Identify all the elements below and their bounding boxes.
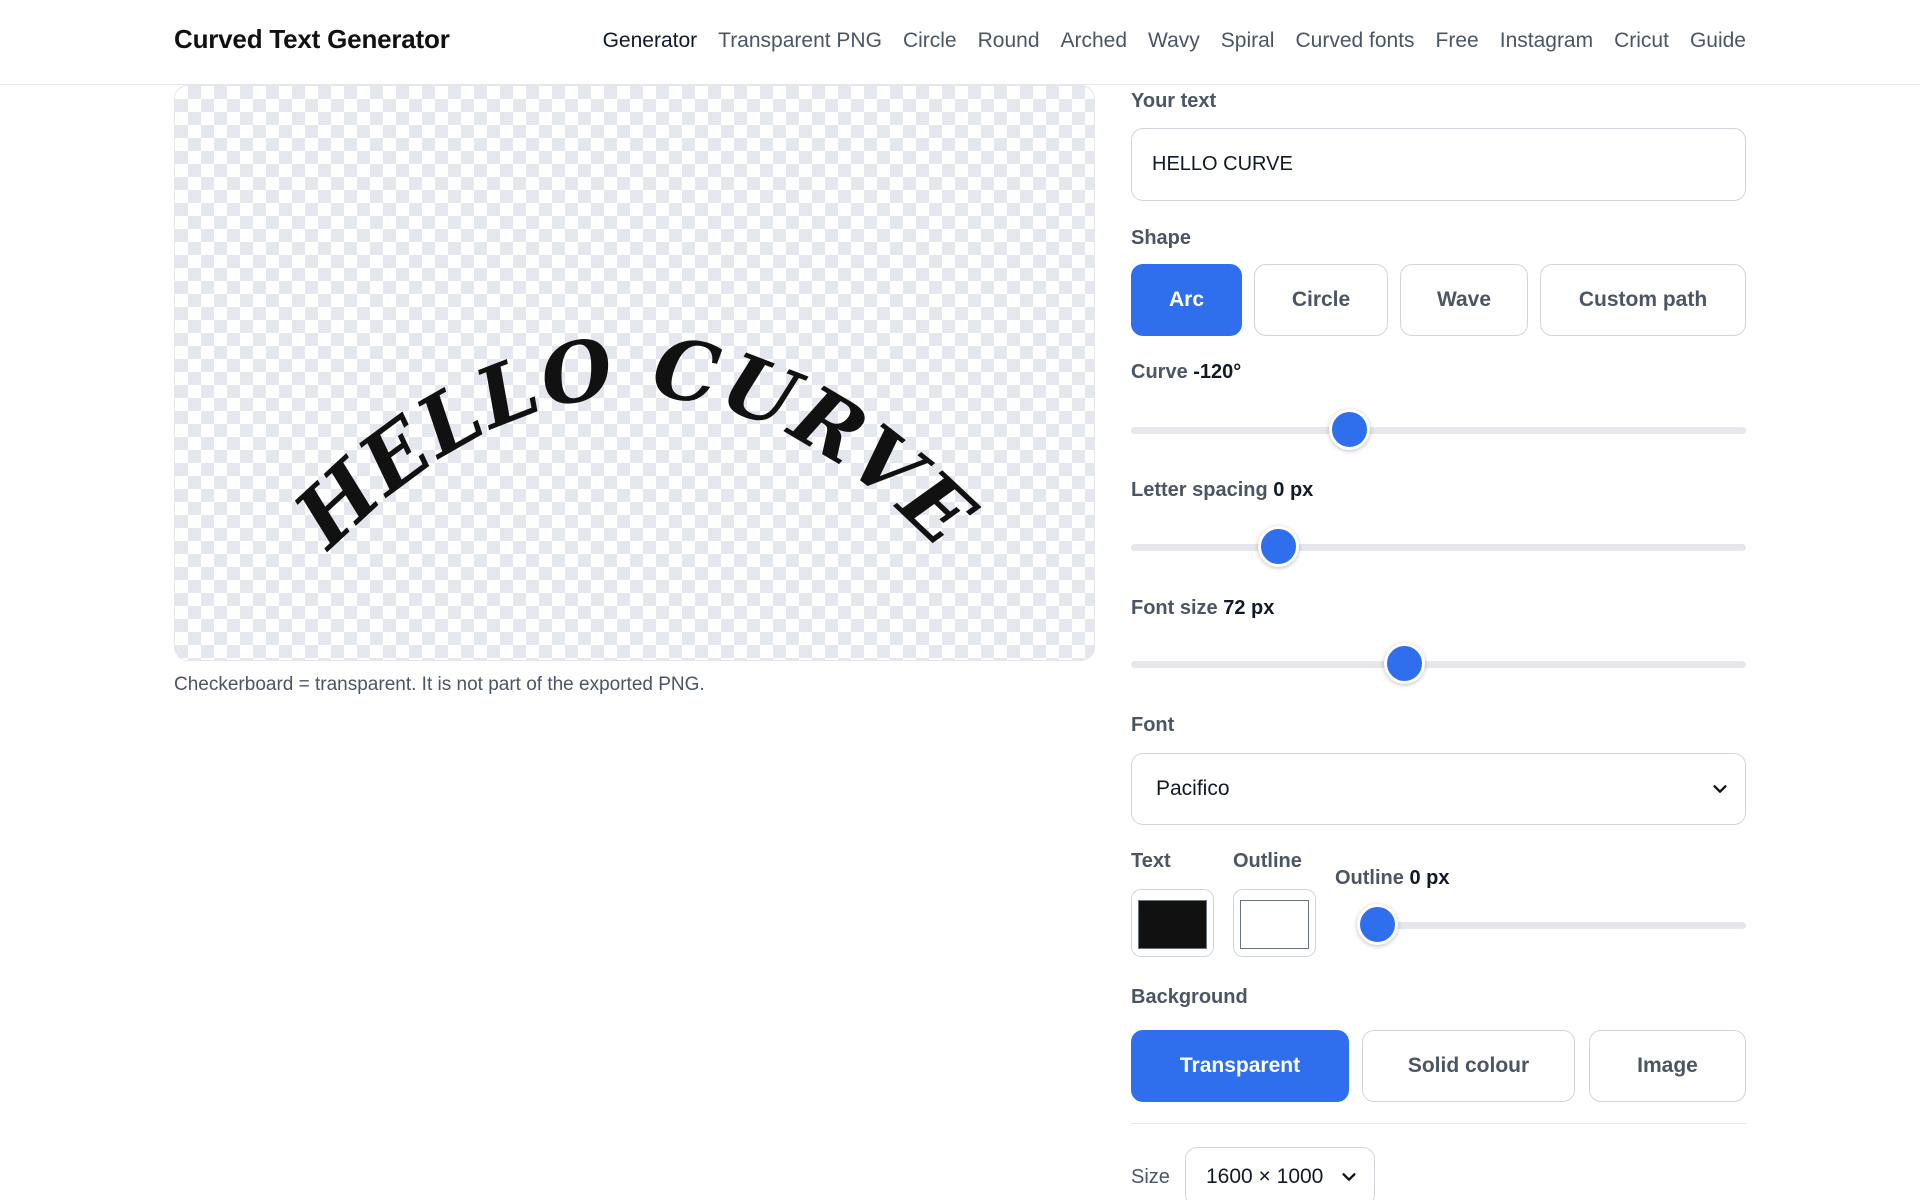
font-size-slider-thumb[interactable] bbox=[1384, 643, 1425, 684]
shape-custom-path-button[interactable]: Custom path bbox=[1540, 264, 1746, 336]
preview-caption: Checkerboard = transparent. It is not pa… bbox=[174, 674, 705, 695]
text-color-label: Text bbox=[1131, 850, 1171, 872]
nav-round[interactable]: Round bbox=[978, 29, 1040, 53]
shape-label: Shape bbox=[1131, 227, 1192, 249]
nav-cricut[interactable]: Cricut bbox=[1614, 29, 1669, 53]
font-size-label-text: Font size bbox=[1131, 597, 1218, 619]
font-select[interactable]: Pacifico bbox=[1131, 753, 1746, 825]
text-color-swatch[interactable] bbox=[1131, 889, 1214, 957]
curved-text-preview: HELLO CURVE bbox=[275, 319, 993, 567]
outline-width-label: Outline 0 px bbox=[1335, 867, 1449, 890]
outline-width-label-text: Outline bbox=[1335, 867, 1404, 889]
font-size-slider-track bbox=[1131, 661, 1746, 668]
shape-wave-button[interactable]: Wave bbox=[1400, 264, 1528, 336]
curved-text-path: HELLO CURVE bbox=[275, 319, 991, 567]
font-label: Font bbox=[1131, 714, 1175, 736]
size-select[interactable]: 1600 × 1000 bbox=[1185, 1147, 1375, 1200]
curve-slider[interactable] bbox=[1131, 409, 1746, 450]
curve-label-text: Curve bbox=[1131, 361, 1188, 383]
nav-circle[interactable]: Circle bbox=[903, 29, 957, 53]
letter-spacing-label: Letter spacing 0 px bbox=[1131, 479, 1313, 502]
shape-circle-button[interactable]: Circle bbox=[1254, 264, 1388, 336]
nav-curved-fonts[interactable]: Curved fonts bbox=[1295, 29, 1414, 53]
outline-color-label: Outline bbox=[1233, 850, 1302, 872]
outline-color-fill bbox=[1240, 900, 1309, 949]
section-divider bbox=[1131, 1123, 1746, 1124]
chevron-down-icon bbox=[1713, 785, 1727, 793]
outline-color-swatch[interactable] bbox=[1233, 889, 1316, 957]
nav-generator[interactable]: Generator bbox=[603, 29, 698, 53]
main-nav: Generator Transparent PNG Circle Round A… bbox=[603, 29, 1746, 53]
font-size-label: Font size 72 px bbox=[1131, 597, 1274, 620]
preview-canvas: HELLO CURVE bbox=[174, 85, 1095, 661]
background-label: Background bbox=[1131, 986, 1248, 1008]
outline-width-slider-thumb[interactable] bbox=[1357, 904, 1398, 945]
nav-guide[interactable]: Guide bbox=[1690, 29, 1746, 53]
brand-title[interactable]: Curved Text Generator bbox=[174, 24, 450, 55]
your-text-label: Your text bbox=[1131, 90, 1217, 112]
curved-text: HELLO CURVE bbox=[275, 319, 993, 567]
letter-spacing-slider-thumb[interactable] bbox=[1257, 526, 1299, 567]
nav-wavy[interactable]: Wavy bbox=[1148, 29, 1200, 53]
site-header: Curved Text Generator Generator Transpar… bbox=[0, 0, 1920, 85]
curve-slider-thumb[interactable] bbox=[1329, 409, 1371, 450]
curve-slider-track bbox=[1131, 427, 1746, 434]
nav-instagram[interactable]: Instagram bbox=[1500, 29, 1593, 53]
text-color-fill bbox=[1138, 900, 1207, 949]
background-transparent-button[interactable]: Transparent bbox=[1131, 1030, 1349, 1102]
curve-label: Curve -120° bbox=[1131, 361, 1241, 384]
size-label: Size bbox=[1131, 1166, 1170, 1188]
nav-transparent-png[interactable]: Transparent PNG bbox=[718, 29, 882, 53]
outline-width-slider[interactable] bbox=[1357, 904, 1746, 945]
chevron-down-icon bbox=[1342, 1173, 1356, 1181]
background-image-button[interactable]: Image bbox=[1589, 1030, 1746, 1102]
outline-width-slider-track bbox=[1357, 922, 1746, 929]
your-text-input[interactable] bbox=[1131, 128, 1746, 201]
background-solid-colour-button[interactable]: Solid colour bbox=[1362, 1030, 1575, 1102]
shape-arc-button[interactable]: Arc bbox=[1131, 264, 1242, 336]
curve-value: -120° bbox=[1193, 361, 1242, 383]
nav-spiral[interactable]: Spiral bbox=[1221, 29, 1275, 53]
font-size-slider[interactable] bbox=[1131, 643, 1746, 684]
letter-spacing-label-text: Letter spacing bbox=[1131, 479, 1268, 501]
letter-spacing-value: 0 px bbox=[1273, 479, 1314, 501]
font-size-value: 72 px bbox=[1223, 597, 1275, 619]
nav-free[interactable]: Free bbox=[1436, 29, 1479, 53]
font-select-value: Pacifico bbox=[1156, 777, 1230, 800]
nav-arched[interactable]: Arched bbox=[1061, 29, 1128, 53]
letter-spacing-slider-track bbox=[1131, 544, 1746, 551]
letter-spacing-slider[interactable] bbox=[1131, 526, 1746, 567]
size-select-value: 1600 × 1000 bbox=[1206, 1165, 1324, 1188]
outline-width-value: 0 px bbox=[1409, 867, 1450, 889]
